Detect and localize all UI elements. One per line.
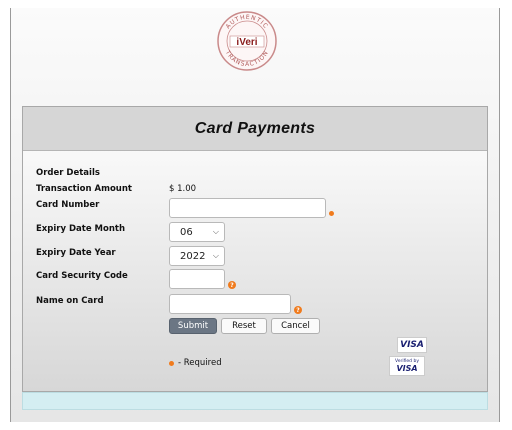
expiry-month-value: 06 — [180, 226, 193, 238]
expiry-year-select[interactable]: 2022 ⌵ — [169, 246, 225, 266]
card-payment-panel: Card Payments Order Details Transaction … — [22, 106, 488, 392]
page-title: Card Payments — [194, 119, 316, 137]
chevron-down-icon: ⌵ — [212, 227, 219, 236]
visa-logo-text: VISA — [400, 340, 424, 350]
expiry-month-select[interactable]: 06 ⌵ — [169, 222, 225, 242]
expiry-year-value: 2022 — [180, 250, 206, 262]
required-legend: - Required — [169, 358, 222, 368]
expiry-year-label: Expiry Date Year — [36, 248, 116, 258]
required-legend-text: - Required — [178, 358, 222, 368]
iveri-authentic-transaction-logo: AUTHENTIC TRANSACTION iVeri — [216, 10, 278, 72]
reset-button[interactable]: Reset — [221, 318, 267, 334]
chevron-down-icon: ⌵ — [212, 251, 219, 260]
card-number-input[interactable] — [169, 198, 326, 218]
name-on-card-input[interactable] — [169, 294, 291, 314]
footer-bar — [22, 392, 488, 410]
verified-visa-text: VISA — [396, 364, 418, 373]
card-number-label: Card Number — [36, 200, 100, 210]
submit-button[interactable]: Submit — [169, 318, 217, 334]
security-code-label: Card Security Code — [36, 271, 128, 281]
security-code-input[interactable] — [169, 269, 225, 289]
order-details-label: Order Details — [36, 168, 100, 178]
help-icon[interactable]: ? — [294, 306, 302, 314]
name-on-card-label: Name on Card — [36, 296, 104, 306]
required-indicator-icon — [329, 211, 334, 216]
visa-logo: VISA — [397, 337, 427, 353]
help-icon[interactable]: ? — [228, 281, 236, 289]
expiry-month-label: Expiry Date Month — [36, 224, 126, 234]
cancel-button[interactable]: Cancel — [271, 318, 320, 334]
required-indicator-icon — [169, 360, 174, 366]
transaction-amount-label: Transaction Amount — [36, 184, 132, 194]
verified-by-visa-logo: Verified by VISA — [389, 356, 425, 376]
logo-brand-text: iVeri — [236, 37, 257, 48]
transaction-amount-value: $ 1.00 — [169, 184, 197, 194]
panel-header: Card Payments — [23, 107, 487, 151]
